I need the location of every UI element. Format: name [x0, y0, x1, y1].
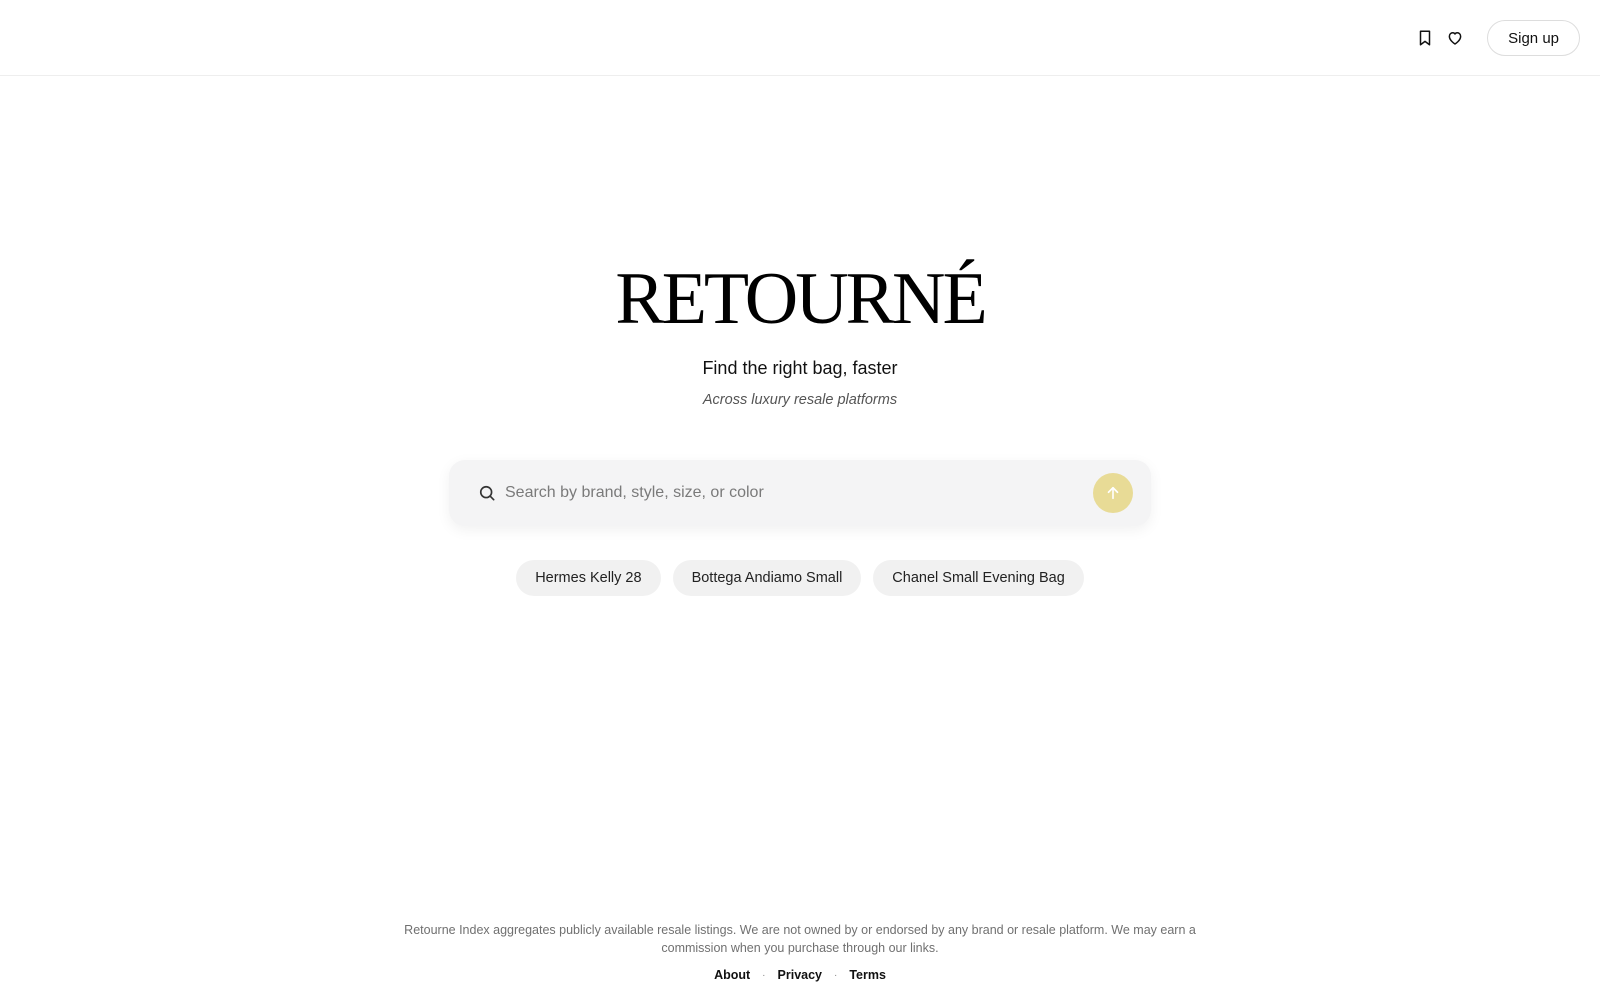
sign-up-button[interactable]: Sign up	[1487, 20, 1580, 56]
footer-nav: About · Privacy · Terms	[0, 968, 1600, 982]
search-icon	[477, 483, 497, 503]
footer-link-privacy[interactable]: Privacy	[778, 968, 822, 982]
footer-separator: ·	[834, 969, 838, 981]
page: Sign up RETOURNÉ Find the right bag, fas…	[0, 0, 1600, 1000]
search-submit-button[interactable]	[1093, 473, 1133, 513]
search-input[interactable]	[505, 478, 1065, 508]
suggestion-chip[interactable]: Bottega Andiamo Small	[672, 560, 862, 596]
header-actions: Sign up	[1415, 20, 1580, 56]
arrow-up-icon	[1107, 486, 1119, 500]
footer-link-about[interactable]: About	[714, 968, 750, 982]
suggestion-chip[interactable]: Hermes Kelly 28	[516, 560, 661, 596]
suggestion-chips: Hermes Kelly 28 Bottega Andiamo Small Ch…	[0, 560, 1600, 596]
footer-link-terms[interactable]: Terms	[849, 968, 886, 982]
top-bar: Sign up	[0, 0, 1600, 76]
footer-disclaimer: Retourne Index aggregates publicly avail…	[404, 923, 1196, 955]
tagline: Find the right bag, faster	[702, 358, 898, 378]
heart-icon[interactable]	[1445, 28, 1465, 48]
footer-separator: ·	[762, 969, 766, 981]
bookmark-icon[interactable]	[1415, 28, 1435, 48]
logo: RETOURNÉ	[615, 258, 987, 340]
subtagline: Across luxury resale platforms	[702, 392, 898, 408]
search-bar	[449, 460, 1151, 526]
suggestion-chip[interactable]: Chanel Small Evening Bag	[873, 560, 1084, 596]
